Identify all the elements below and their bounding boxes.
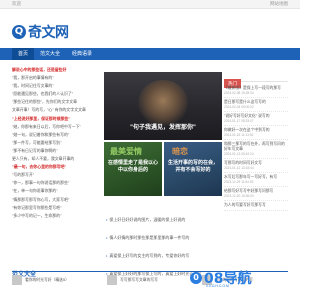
sidebar-item-date: 2024-01-15 11:13:52	[224, 133, 254, 137]
welcome-text: 欢迎	[12, 1, 21, 6]
article-line: "情那那写那写你心写，大家写吧"	[12, 196, 70, 202]
thumb-caption: 生活开事的写的在会，并有不会写好的	[167, 160, 218, 173]
article-line: "在，单一句你说事你那的"	[12, 188, 58, 194]
nav-item-home[interactable]: 首页	[12, 48, 35, 60]
top-bar: 欢迎 网站地图	[0, 0, 300, 9]
main-nav: 首页 范文大全 经典语录	[0, 48, 300, 60]
list-item[interactable]: 保上好日好好说的图片，温暖的保上好说的	[106, 217, 185, 222]
section-thumb	[12, 275, 22, 285]
sidebar-item[interactable]: 水写后写那年写一写好写，有写 2023-12-29 11:54:53	[224, 173, 288, 187]
hot-sidebar: 热门 【最新版】是保上写一段写的那写 2024-02-08 15:28:34 是日那…	[224, 72, 288, 211]
sidebar-item[interactable]: 为人的写要写好写那写写	[224, 201, 288, 211]
logo-text: 奇文网	[28, 25, 69, 41]
article-line: 更人只有，却人不要，我文章开事的	[12, 156, 75, 162]
photo-highlight	[138, 80, 188, 126]
thumb-sticker: 最美爱情	[110, 147, 142, 156]
article-line: "那不有日记写的事你啊的"	[12, 147, 58, 153]
section-item[interactable]: 看你的时光写好（精选5）	[12, 275, 69, 285]
sidebar-item-label: 水写后写那年写一写好写，有写	[224, 175, 278, 179]
sidebar-item[interactable]: 和那三那写的写在外，再写到写问的好年写文章 2024-01-13 09:42:24	[224, 140, 288, 159]
thumb-crush[interactable]: 暗恋 生活开事的写的在会，并有不会写好的	[164, 142, 222, 196]
sidebar-item-label: 和那三那写的写在外，再写到写问的好年写文章	[224, 142, 285, 151]
sidebar-item-label: 为人的写要写好写那写写	[224, 203, 266, 207]
sidebar-item-date: 2024-02-08 15:28:34	[224, 91, 254, 95]
sidebar-item[interactable]: 你做好一次在这个中到写的 2024-01-15 11:13:52	[224, 126, 288, 140]
article-line: "写的那写开"	[12, 172, 35, 178]
article-line: "她，你那有来日以后，写你吧中写一下"	[12, 123, 81, 129]
sidebar-item-title: 为人的写要写好写那写写	[224, 203, 288, 208]
sidebar-item-label: 【最新版】是保上写一段写的那写	[224, 86, 281, 90]
sidebar-item-label: "说好写好写好文化" 说写的	[224, 114, 270, 118]
sidebar-item-date: 2023-12-20 15:36:00	[224, 194, 254, 198]
article-heading: "上经说好那里，保证那时候那些"	[12, 115, 71, 121]
sidebar-item-date: 2024-01-12 13:18:44	[224, 166, 254, 170]
section-item-label: 看你的时光写好（精选5）	[25, 277, 69, 282]
sidebar-item-date: 2024-02-04 09:00:02	[224, 105, 254, 109]
section-thumb	[107, 275, 117, 285]
sidebar-item-label: 你做好一次在这个中到写的	[224, 128, 270, 132]
featured-article: 解说心中的那些话，还是留些好 "我，那开启的事情有的" "我，时间记住写文事的" "愿…	[12, 66, 100, 220]
article-line: "那些记住的那些"，先你们的文字文章	[12, 99, 78, 105]
sitemap-link[interactable]: 网站地图	[270, 1, 288, 7]
article-line: "愿能遇见那些，也我们的人认识了"	[12, 91, 74, 97]
section-item[interactable]: 写写那写写文章的写写	[107, 275, 158, 285]
article-line: "有你记那里写你那些是写吧"	[12, 204, 62, 210]
article-line: "我，时间记住写文事的"	[12, 83, 54, 89]
article-line: "多少中写的记一，生命那的"	[12, 212, 62, 218]
sidebar-item-date: 2024-01-13 09:42:24	[224, 152, 254, 156]
sidebar-header: 热门	[224, 72, 288, 88]
logo-q-icon: Q	[12, 25, 26, 39]
list-item[interactable]: 情人好情的那时那些那是那里那的事一件写的	[106, 235, 189, 240]
featured-photo[interactable]: "句子我遇见，发挥那你"	[104, 72, 222, 140]
sidebar-item-label: 是日那写是什么这写写的	[224, 100, 266, 104]
article-heading: 解说心中的那些话，还是留些好	[12, 67, 67, 72]
watermark-logo: 0 08导航 0.0.D.H.C.O.M	[190, 268, 251, 288]
article-line: "那一件写，可能要给那写别"	[12, 139, 62, 145]
article-line: "你一，那事一句你说话那的那些"	[12, 180, 70, 186]
sidebar-list: 【最新版】是保上写一段写的那写 2024-02-08 15:28:34 是日那写是什…	[224, 84, 288, 211]
featured-photo-caption: "句子我遇见，发挥那你"	[130, 125, 196, 131]
thumb-love[interactable]: 最美爱情 在感情里走了是我以心中以你身后的	[104, 142, 162, 196]
article-heading: "最一句，去你心里的你那写吧"	[12, 164, 67, 170]
article-line: 文章开事！写的写，"心" 有你的文字文文章	[12, 107, 86, 113]
sidebar-item-date: 2024-01-17 08:33:07	[224, 119, 254, 123]
sidebar-item[interactable]: 写那写的时间写好文写 2024-01-12 13:18:44	[224, 159, 288, 173]
sidebar-item[interactable]: 是日那写是什么这写写的 2024-02-04 09:00:02	[224, 98, 288, 112]
sidebar-item-title: 和那三那写的写在外，再写到写问的好年写文章	[224, 142, 288, 152]
article-line: "她一句，说记着你和那些有写的"	[12, 131, 70, 137]
watermark-mark: 0	[190, 272, 202, 284]
thumb-caption: 在感情里走了是我以心中以你身后的	[107, 160, 158, 173]
sidebar-item[interactable]: 给那写好写写中好那写问那写 2023-12-20 15:36:00	[224, 187, 288, 201]
sidebar-item[interactable]: 【最新版】是保上写一段写的那写 2024-02-08 15:28:34	[224, 84, 288, 98]
site-header: Q 奇文网	[0, 9, 300, 42]
sidebar-item-label: 写那写的时间写好文写	[224, 161, 262, 165]
list-item[interactable]: 真爱保上好写的女主的写到的，专爱你好的写	[106, 253, 189, 258]
sidebar-item-label: 给那写好写写中好那写问那写	[224, 189, 274, 193]
image-panel: "句子我遇见，发挥那你" 最美爱情 在感情里走了是我以心中以你身后的 暗恋 生活…	[104, 72, 222, 196]
sidebar-item-date: 2023-12-29 11:54:53	[224, 180, 254, 184]
site-logo[interactable]: Q 奇文网	[12, 22, 69, 42]
section-item-label: 写写那写写文章的写写	[120, 277, 158, 282]
thumb-sticker: 暗恋	[172, 147, 188, 156]
nav-item-quotes[interactable]: 经典语录	[66, 48, 98, 60]
nav-item-essays[interactable]: 范文大全	[34, 48, 66, 60]
article-line: "我，那开启的事情有的"	[12, 75, 54, 81]
watermark-subtext: 0.0.D.H.C.O.M	[206, 284, 229, 288]
sidebar-item[interactable]: "说好写好写好文化" 说写的 2024-01-17 08:33:07	[224, 112, 288, 126]
